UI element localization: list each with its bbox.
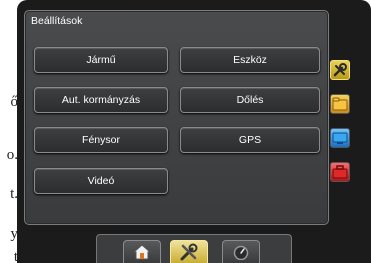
home-icon <box>133 244 151 260</box>
video-button[interactable]: Videó <box>34 168 168 194</box>
manual-text-fragments: ő o. t. y t <box>0 85 18 263</box>
lightbar-button[interactable]: Fénysor <box>34 127 168 153</box>
bottom-tab-tools[interactable] <box>170 240 208 263</box>
auto-steering-button[interactable]: Aut. kormányzás <box>34 87 168 113</box>
settings-panel: Beállítások Jármű Eszköz Aut. kormányzás… <box>24 10 329 225</box>
tools-icon <box>180 243 198 261</box>
toolbox-icon <box>332 165 348 179</box>
screen-icon <box>332 132 348 144</box>
wrench-icon <box>333 63 347 77</box>
gps-button[interactable]: GPS <box>180 127 320 153</box>
folder-icon <box>332 97 348 111</box>
side-tab-toolbox[interactable] <box>330 162 350 182</box>
side-tab-folder[interactable] <box>330 94 350 114</box>
vehicle-button[interactable]: Jármű <box>34 47 168 73</box>
gauge-icon <box>233 245 249 260</box>
tilt-button[interactable]: Dőlés <box>180 87 320 113</box>
side-tab-screen[interactable] <box>330 128 350 148</box>
bottom-tab-gauge[interactable] <box>222 240 260 263</box>
bottom-tab-home[interactable] <box>123 240 161 263</box>
implement-button[interactable]: Eszköz <box>180 47 320 73</box>
panel-title: Beállítások <box>31 15 83 27</box>
side-tab-wrench[interactable] <box>330 60 350 80</box>
